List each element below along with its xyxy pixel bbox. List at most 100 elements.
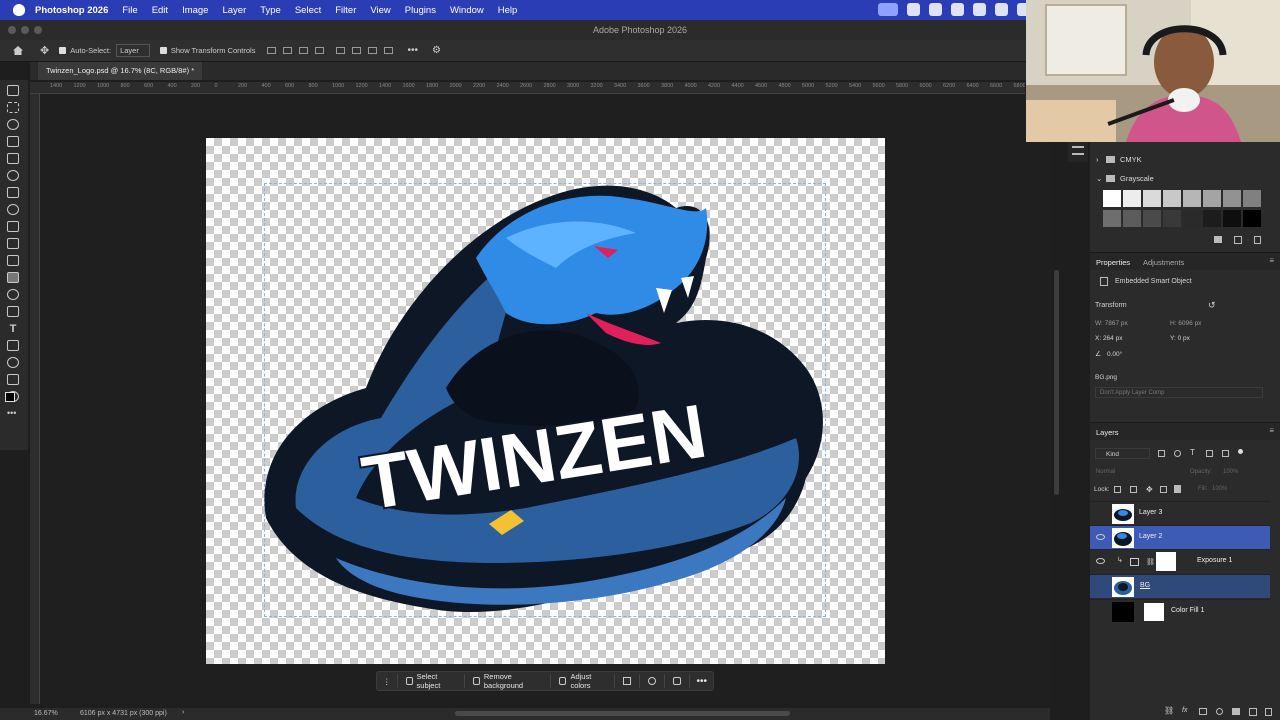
color-swatch[interactable] <box>1183 190 1201 207</box>
ruler-vertical[interactable] <box>30 94 40 704</box>
horizontal-scrollbar[interactable] <box>455 711 790 716</box>
panel-collapse-toggle[interactable] <box>1068 142 1088 162</box>
hand-tool-icon[interactable] <box>7 374 19 385</box>
menu-select[interactable]: Select <box>295 5 321 16</box>
visibility-eye-icon[interactable] <box>1096 534 1105 540</box>
show-transform-checkbox[interactable] <box>159 47 167 54</box>
color-swatch[interactable] <box>1243 190 1261 207</box>
app-menu[interactable]: Photoshop 2026 <box>35 5 108 16</box>
document-tab[interactable]: Twinzen_Logo.psd @ 16.7% (8C, RGB/8#) * <box>38 62 203 80</box>
zoom-window-icon[interactable] <box>34 26 42 34</box>
reset-transform-icon[interactable]: ↺ <box>1208 300 1216 311</box>
generate-icon[interactable] <box>665 674 691 688</box>
more-options-icon[interactable]: ••• <box>407 45 418 56</box>
distribute-icon[interactable] <box>315 47 325 54</box>
new-layer-icon[interactable] <box>1249 708 1257 716</box>
eraser-tool-icon[interactable] <box>7 255 19 266</box>
menu-help[interactable]: Help <box>498 5 518 16</box>
adjust-colors-button[interactable]: Adjust colors <box>551 672 616 690</box>
layers-title[interactable]: Layers <box>1096 428 1119 437</box>
new-group-icon[interactable] <box>1232 708 1240 715</box>
tab-properties[interactable]: Properties <box>1096 258 1130 267</box>
swatch-group-grayscale[interactable]: ⌄ Grayscale <box>1090 170 1280 188</box>
align-top-icon[interactable] <box>336 47 346 54</box>
more-actions-icon[interactable]: ••• <box>690 676 713 687</box>
headphones-icon[interactable] <box>995 3 1008 16</box>
menu-file[interactable]: File <box>122 5 137 16</box>
menu-type[interactable]: Type <box>260 5 281 16</box>
lock-position-icon[interactable]: ✥ <box>1146 485 1153 494</box>
layer-name[interactable]: BG <box>1140 582 1150 589</box>
drag-handle-icon[interactable]: ⋮ <box>377 674 398 688</box>
distribute-vertical-icon[interactable] <box>384 47 394 54</box>
filter-shape-icon[interactable] <box>1206 450 1213 457</box>
layer-mask-thumbnail[interactable] <box>1144 603 1164 621</box>
lock-all-icon[interactable] <box>1174 485 1181 493</box>
menu-filter[interactable]: Filter <box>335 5 356 16</box>
align-bottom-icon[interactable] <box>368 47 378 54</box>
blend-mode-dropdown[interactable]: Normal <box>1096 469 1115 475</box>
eyedropper-tool-icon[interactable] <box>7 170 19 181</box>
crop-tool-icon[interactable] <box>7 136 19 147</box>
align-left-icon[interactable] <box>267 47 277 54</box>
brush-tool-icon[interactable] <box>7 204 19 215</box>
pen-tool-icon[interactable] <box>7 306 19 317</box>
new-adjustment-icon[interactable] <box>1216 708 1223 715</box>
opacity-value[interactable]: 100% <box>1223 469 1238 475</box>
clone-stamp-icon[interactable] <box>7 221 19 232</box>
layer-name[interactable]: Layer 3 <box>1139 509 1162 516</box>
layer-comp-dropdown[interactable]: Don't Apply Layer Comp <box>1095 387 1263 398</box>
close-window-icon[interactable] <box>8 26 16 34</box>
path-selection-icon[interactable] <box>7 340 19 351</box>
layer-name[interactable]: Layer 2 <box>1139 533 1162 540</box>
color-swatch[interactable] <box>1103 210 1121 227</box>
new-group-icon[interactable] <box>1214 236 1222 243</box>
layer-row-exposure-1[interactable]: ↳ ⛓ Exposure 1 <box>1090 549 1270 573</box>
layer-style-icon[interactable]: fx <box>1182 707 1187 714</box>
healing-brush-icon[interactable] <box>7 187 19 198</box>
menu-image[interactable]: Image <box>182 5 208 16</box>
triangle-tool-icon[interactable] <box>615 674 641 688</box>
status-chevron-icon[interactable]: › <box>182 709 184 716</box>
apple-icon[interactable] <box>13 4 25 16</box>
color-swatch[interactable] <box>1123 210 1141 227</box>
sync-icon[interactable] <box>929 3 942 16</box>
color-swatch[interactable] <box>1203 190 1221 207</box>
x-field[interactable]: X: 264 px <box>1095 335 1122 342</box>
upload-icon[interactable] <box>973 3 986 16</box>
select-subject-button[interactable]: Select subject <box>398 672 465 690</box>
creative-cloud-icon[interactable] <box>907 3 920 16</box>
menu-view[interactable]: View <box>370 5 390 16</box>
filter-adjustment-icon[interactable] <box>1174 450 1181 457</box>
home-icon[interactable] <box>13 46 23 55</box>
dodge-tool-icon[interactable] <box>7 289 19 300</box>
marquee-tool-icon[interactable] <box>7 102 19 113</box>
lock-transparency-icon[interactable] <box>1114 486 1121 493</box>
panel-menu-icon[interactable]: ≡ <box>1269 256 1274 265</box>
screen-record-icon[interactable] <box>878 3 898 16</box>
type-tool-icon[interactable]: T <box>7 323 19 335</box>
menu-layer[interactable]: Layer <box>222 5 246 16</box>
filter-type-icon[interactable]: T <box>1190 448 1195 457</box>
swatch-group-cmyk[interactable]: › CMYK <box>1090 151 1280 169</box>
move-tool-icon[interactable] <box>7 85 19 96</box>
menu-edit[interactable]: Edit <box>152 5 168 16</box>
color-swatch[interactable] <box>1243 210 1261 227</box>
lock-artboard-icon[interactable] <box>1160 486 1167 493</box>
remove-background-button[interactable]: Remove background <box>465 672 552 690</box>
frame-tool-icon[interactable] <box>7 153 19 164</box>
menu-plugins[interactable]: Plugins <box>405 5 436 16</box>
color-swatch[interactable] <box>1143 210 1161 227</box>
filter-pixel-icon[interactable] <box>1158 450 1165 457</box>
layer-row-layer-3[interactable]: Layer 3 <box>1090 501 1270 525</box>
filter-smart-object-icon[interactable] <box>1222 450 1229 457</box>
layer-row-layer-2[interactable]: Layer 2 <box>1090 525 1270 549</box>
width-field[interactable]: W: 7867 px <box>1095 320 1128 327</box>
minimize-window-icon[interactable] <box>21 26 29 34</box>
filter-toggle-icon[interactable] <box>1238 449 1243 454</box>
more-tools-icon[interactable]: ••• <box>7 408 19 419</box>
color-swatch[interactable] <box>1143 190 1161 207</box>
color-swatch[interactable] <box>1123 190 1141 207</box>
delete-swatch-icon[interactable] <box>1254 236 1261 244</box>
color-swatch[interactable] <box>1103 190 1121 207</box>
